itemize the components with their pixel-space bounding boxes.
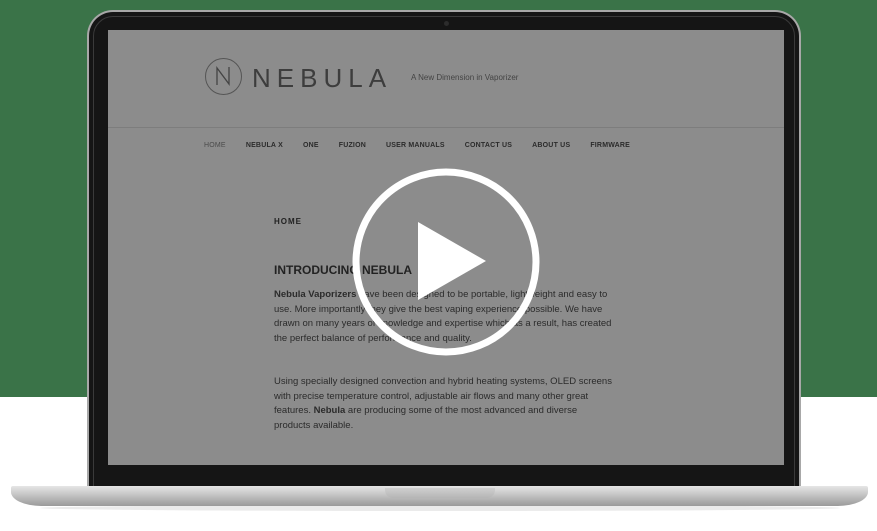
nav-item-home[interactable]: HOME — [204, 142, 226, 149]
nebula-logo-icon — [205, 58, 242, 95]
nav-item-about-us[interactable]: ABOUT US — [532, 142, 570, 149]
brand-name[interactable]: NEBULA — [252, 63, 392, 94]
laptop-notch — [385, 488, 495, 498]
para2-bold: Nebula — [313, 405, 346, 417]
para1-bold: Nebula Vaporizers — [274, 289, 357, 300]
header-divider — [108, 127, 784, 128]
site-tagline: A New Dimension in Vaporizer — [411, 73, 519, 82]
nav-item-firmware[interactable]: FIRMWARE — [590, 142, 630, 149]
camera-icon — [444, 21, 449, 26]
features-paragraph: Using specially designed convection and … — [274, 375, 614, 433]
nav-item-one[interactable]: ONE — [303, 142, 319, 149]
main-nav: HOME NEBULA X ONE FUZION USER MANUALS CO… — [204, 142, 650, 149]
play-icon — [352, 168, 540, 356]
nav-item-nebula-x[interactable]: NEBULA X — [246, 142, 283, 149]
nav-item-fuzion[interactable]: FUZION — [339, 142, 366, 149]
nav-item-contact-us[interactable]: CONTACT US — [465, 142, 512, 149]
page-title: HOME — [274, 217, 302, 226]
nav-item-user-manuals[interactable]: USER MANUALS — [386, 142, 445, 149]
play-button[interactable] — [348, 164, 544, 360]
